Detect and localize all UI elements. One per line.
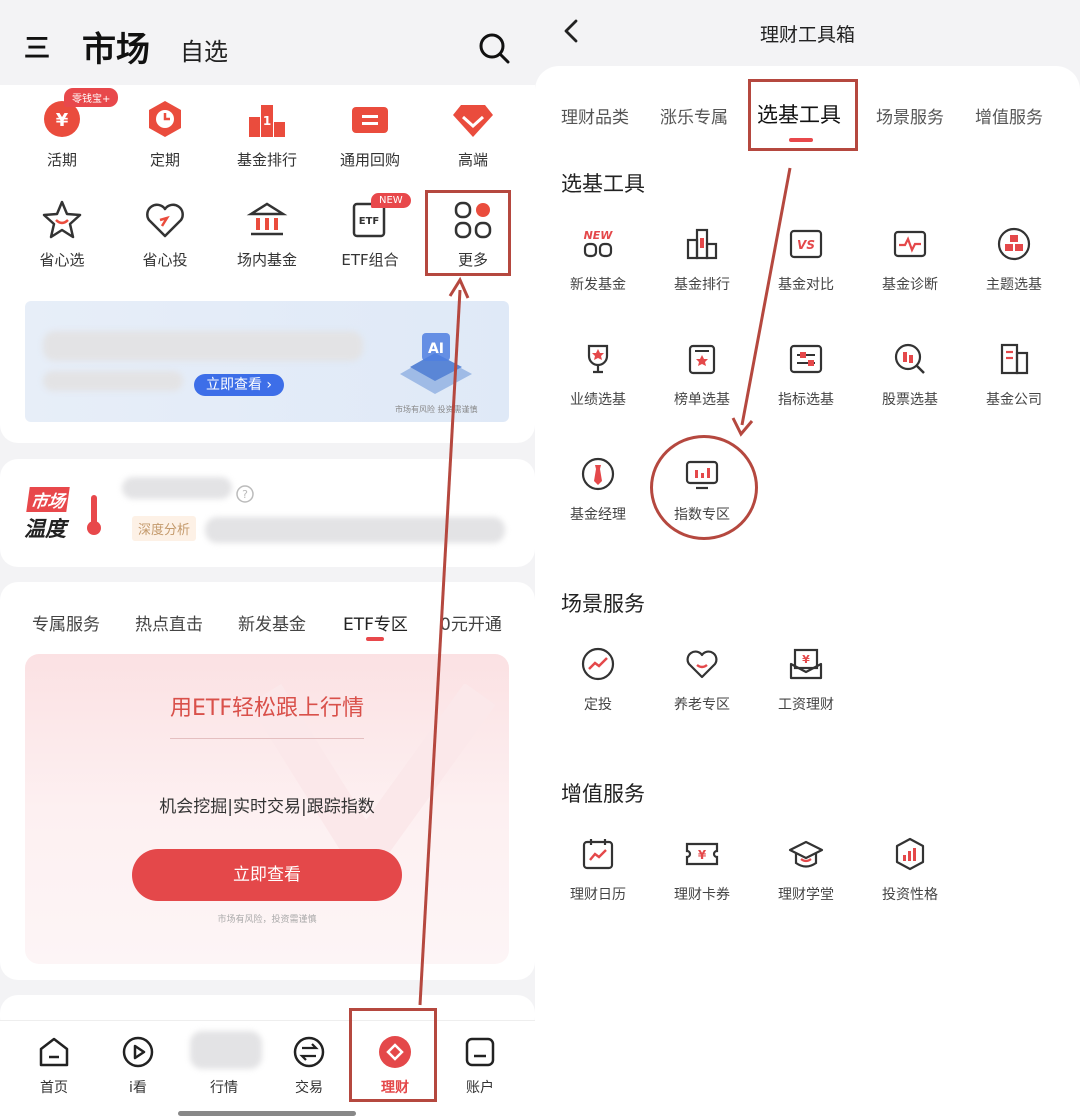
- annotation-arrows: [418, 167, 792, 1006]
